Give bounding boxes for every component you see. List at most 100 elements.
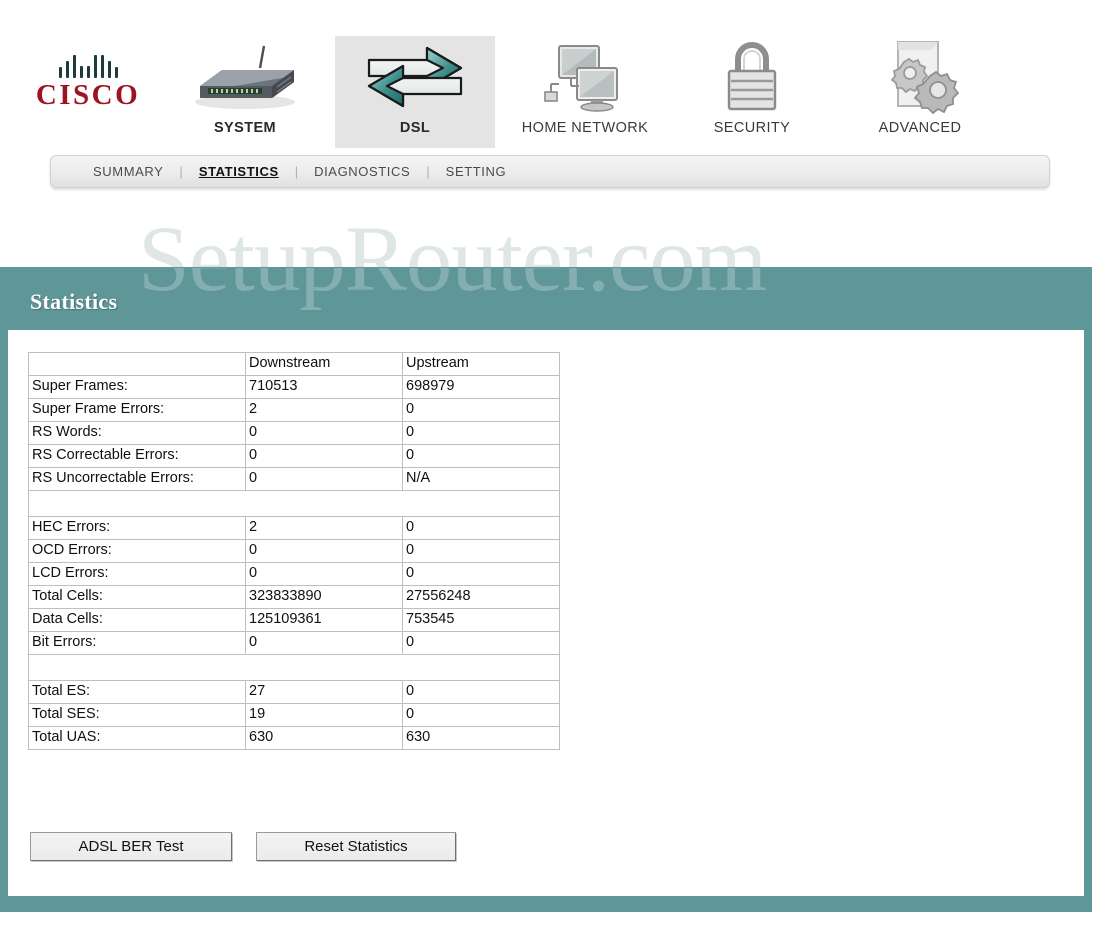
table-row: Bit Errors: 0 0	[28, 631, 560, 655]
row-upstream-value: 0	[402, 562, 560, 586]
row-upstream-value: 0	[402, 539, 560, 563]
row-label: Total UAS:	[28, 726, 246, 750]
row-label: Data Cells:	[28, 608, 246, 632]
row-downstream-value: 19	[245, 703, 403, 727]
row-label: Super Frames:	[28, 375, 246, 399]
dsl-statistics-table: Downstream Upstream Super Frames: 710513…	[28, 352, 560, 750]
router-icon	[165, 36, 325, 118]
row-upstream-value: 0	[402, 680, 560, 704]
subnav-separator: |	[179, 164, 183, 179]
row-label: LCD Errors:	[28, 562, 246, 586]
table-header-upstream: Upstream	[402, 352, 560, 376]
row-downstream-value: 0	[245, 562, 403, 586]
gears-document-icon	[840, 36, 1000, 118]
adsl-ber-test-button[interactable]: ADSL BER Test	[30, 832, 232, 861]
table-row: Super Frames: 710513 698979	[28, 375, 560, 399]
table-spacer-row	[28, 654, 560, 681]
table-row: Total ES: 27 0	[28, 680, 560, 704]
row-upstream-value: 0	[402, 421, 560, 445]
table-row: Total UAS: 630 630	[28, 726, 560, 750]
subnav-item-setting[interactable]: SETTING	[444, 164, 509, 179]
watermark-text: SetupRouter.com	[138, 208, 767, 268]
nav-label-system: SYSTEM	[213, 120, 277, 136]
row-downstream-value: 630	[245, 726, 403, 750]
row-downstream-value: 2	[245, 516, 403, 540]
spacer-cell	[28, 654, 560, 681]
page-title: Statistics	[30, 289, 118, 314]
nav-label-security: SECURITY	[713, 120, 791, 136]
table-row: HEC Errors: 2 0	[28, 516, 560, 540]
nav-item-security[interactable]: SECURITY	[672, 36, 832, 148]
row-label: Bit Errors:	[28, 631, 246, 655]
row-label: RS Words:	[28, 421, 246, 445]
row-downstream-value: 323833890	[245, 585, 403, 609]
table-row: Data Cells: 125109361 753545	[28, 608, 560, 632]
table-row: RS Words: 0 0	[28, 421, 560, 445]
nav-label-home-network: HOME NETWORK	[521, 120, 649, 136]
nav-item-advanced[interactable]: ADVANCED	[840, 36, 1000, 148]
row-downstream-value: 0	[245, 539, 403, 563]
row-downstream-value: 125109361	[245, 608, 403, 632]
row-label: RS Uncorrectable Errors:	[28, 467, 246, 491]
subnav-item-statistics[interactable]: STATISTICS	[197, 164, 281, 179]
table-spacer-row	[28, 490, 560, 517]
computers-network-icon	[505, 36, 665, 118]
row-label: Super Frame Errors:	[28, 398, 246, 422]
row-upstream-value: 753545	[402, 608, 560, 632]
row-label: Total Cells:	[28, 585, 246, 609]
row-downstream-value: 0	[245, 467, 403, 491]
table-row: RS Correctable Errors: 0 0	[28, 444, 560, 468]
secondary-navigation: SUMMARY | STATISTICS | DIAGNOSTICS | SET…	[50, 155, 1050, 188]
nav-item-system[interactable]: SYSTEM	[165, 36, 325, 148]
primary-navigation: CISCO SYSTEM DSL HOME NETWORK SECURITY A…	[0, 0, 1100, 150]
row-upstream-value: 630	[402, 726, 560, 750]
table-row: LCD Errors: 0 0	[28, 562, 560, 586]
padlock-icon	[672, 36, 832, 118]
row-upstream-value: 0	[402, 703, 560, 727]
row-upstream-value: 0	[402, 516, 560, 540]
table-row: Total Cells: 323833890 27556248	[28, 585, 560, 609]
row-label: Total ES:	[28, 680, 246, 704]
cisco-logo: CISCO	[28, 52, 148, 110]
row-downstream-value: 27	[245, 680, 403, 704]
row-label: OCD Errors:	[28, 539, 246, 563]
table-row: RS Uncorrectable Errors: 0 N/A	[28, 467, 560, 491]
row-downstream-value: 710513	[245, 375, 403, 399]
action-buttons: ADSL BER Test Reset Statistics	[30, 832, 456, 861]
nav-item-home-network[interactable]: HOME NETWORK	[505, 36, 665, 148]
nav-item-dsl[interactable]: DSL	[335, 36, 495, 148]
table-header-downstream: Downstream	[245, 352, 403, 376]
bidirectional-arrows-icon	[335, 36, 495, 118]
row-upstream-value: 0	[402, 444, 560, 468]
table-header-row: Downstream Upstream	[28, 352, 560, 376]
row-downstream-value: 2	[245, 398, 403, 422]
reset-statistics-button[interactable]: Reset Statistics	[256, 832, 456, 861]
row-label: RS Correctable Errors:	[28, 444, 246, 468]
row-upstream-value: 27556248	[402, 585, 560, 609]
row-downstream-value: 0	[245, 631, 403, 655]
row-downstream-value: 0	[245, 444, 403, 468]
table-row: Total SES: 19 0	[28, 703, 560, 727]
table-row: OCD Errors: 0 0	[28, 539, 560, 563]
panel-content: Downstream Upstream Super Frames: 710513…	[8, 330, 1084, 896]
cisco-wordmark: CISCO	[35, 79, 141, 111]
row-upstream-value: 698979	[402, 375, 560, 399]
row-upstream-value: N/A	[402, 467, 560, 491]
subnav-item-diagnostics[interactable]: DIAGNOSTICS	[312, 164, 412, 179]
row-label: Total SES:	[28, 703, 246, 727]
statistics-panel: Statistics Downstream Upstream Super Fra…	[0, 267, 1092, 912]
table-body: Downstream Upstream Super Frames: 710513…	[28, 352, 560, 750]
subnav-separator: |	[294, 164, 299, 179]
row-downstream-value: 0	[245, 421, 403, 445]
nav-label-advanced: ADVANCED	[878, 120, 962, 136]
subnav-separator: |	[426, 164, 430, 179]
nav-label-dsl: DSL	[399, 120, 431, 136]
row-upstream-value: 0	[402, 398, 560, 422]
cisco-bars-icon	[28, 52, 148, 78]
subnav-item-summary[interactable]: SUMMARY	[91, 164, 165, 179]
row-upstream-value: 0	[402, 631, 560, 655]
spacer-cell	[28, 490, 560, 517]
row-label: HEC Errors:	[28, 516, 246, 540]
table-header-blank	[28, 352, 246, 376]
table-row: Super Frame Errors: 2 0	[28, 398, 560, 422]
